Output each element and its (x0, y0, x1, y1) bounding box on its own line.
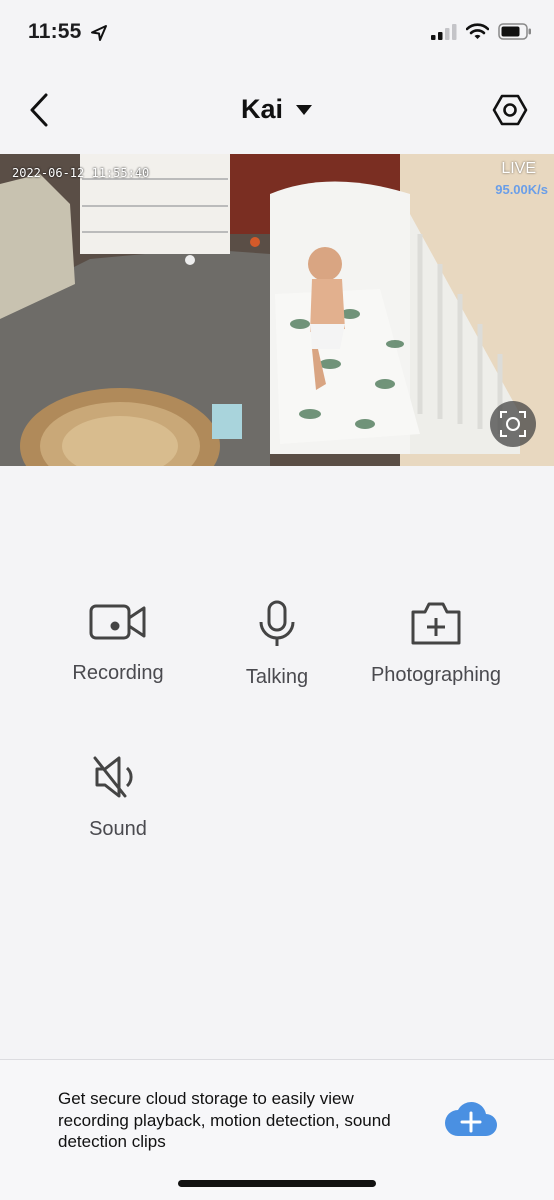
screenshot-button[interactable] (490, 401, 536, 447)
cellular-signal-icon (431, 23, 457, 40)
speaker-muted-icon (93, 756, 133, 798)
photographing-label: Photographing (370, 664, 502, 686)
wifi-icon (466, 23, 489, 39)
page-title: Kai (240, 94, 284, 124)
location-arrow-icon (91, 25, 107, 41)
screenshot-capture-icon (500, 411, 526, 437)
sound-label: Sound (89, 818, 147, 840)
bitrate-readout: 95.00K/s (495, 182, 548, 197)
recording-label: Recording (72, 662, 164, 684)
status-bar: 11:55 (0, 0, 554, 70)
camera-plus-icon (411, 602, 461, 645)
settings-hexagon-icon[interactable] (492, 92, 528, 128)
talking-label: Talking (245, 666, 309, 688)
home-indicator[interactable] (178, 1180, 376, 1187)
caret-down-icon (296, 104, 313, 115)
camera-screen: 11:55 Kai 2022-06-12 11:55:40 LIVE 95.00… (0, 0, 554, 1200)
video-frame-image (0, 154, 554, 466)
sound-control[interactable]: Sound (38, 754, 198, 841)
video-timestamp: 2022-06-12 11:55:40 (12, 166, 150, 180)
recording-control[interactable]: Recording (38, 600, 198, 685)
nav-bar: Kai (0, 80, 554, 140)
battery-icon (498, 23, 531, 40)
cloud-storage-text: Get secure cloud storage to easily view … (58, 1089, 391, 1151)
status-icons (431, 23, 532, 40)
talking-control[interactable]: Talking (197, 600, 357, 689)
status-time: 11:55 (28, 20, 82, 43)
microphone-icon (259, 600, 295, 646)
video-camera-icon (89, 604, 146, 640)
photographing-control[interactable]: Photographing (356, 600, 516, 687)
device-selector[interactable]: Kai (0, 94, 554, 125)
cloud-storage-banner[interactable]: Get secure cloud storage to easily view … (0, 1060, 554, 1200)
live-video-feed[interactable] (0, 154, 554, 466)
live-badge: LIVE (501, 160, 536, 177)
cloud-plus-icon[interactable] (444, 1096, 498, 1140)
